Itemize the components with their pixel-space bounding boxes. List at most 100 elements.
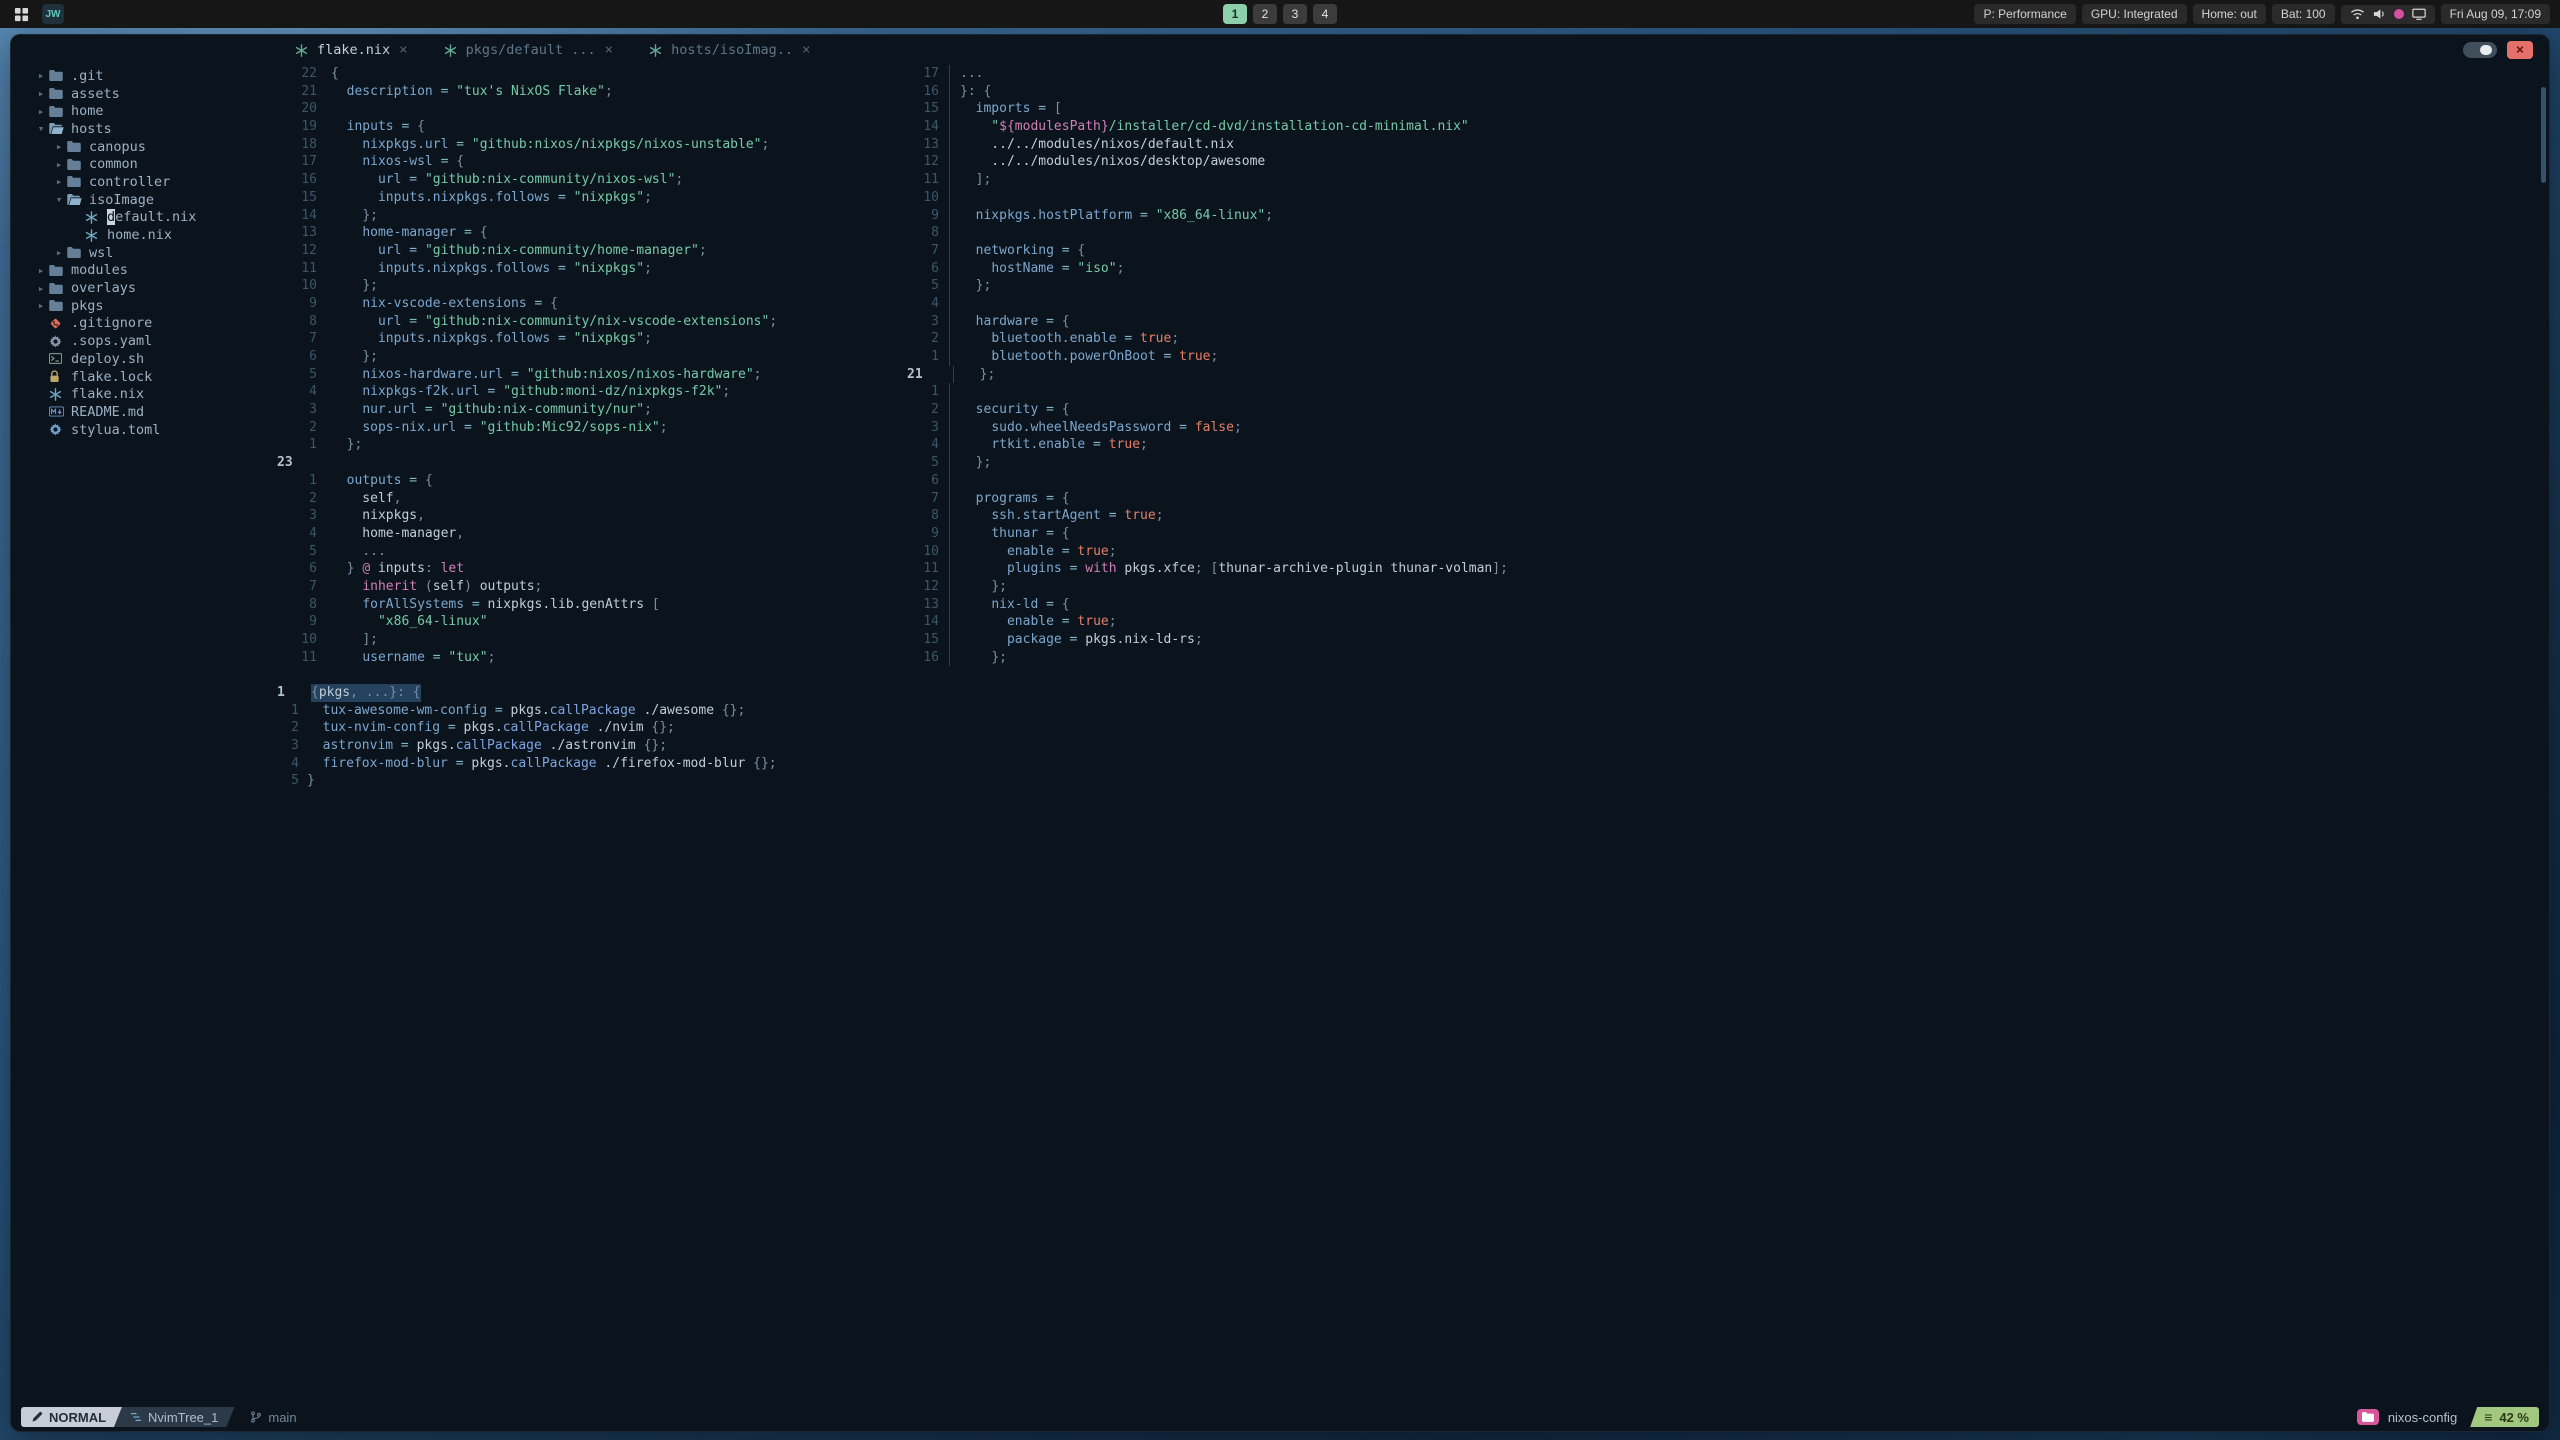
workspace-button-1[interactable]: 1 <box>1223 4 1247 24</box>
code-line[interactable]: 10 ]; <box>273 631 903 649</box>
code-line[interactable]: 1 <box>903 383 2549 402</box>
tree-item-default-nix[interactable]: default.nix <box>11 209 273 227</box>
code-line[interactable]: 16 }; <box>903 648 2549 667</box>
code-line[interactable]: 23 <box>273 454 903 472</box>
code-line[interactable]: 16 url = "github:nix-community/nixos-wsl… <box>273 171 903 189</box>
code-line[interactable]: 4 rtkit.enable = true; <box>903 436 2549 455</box>
code-line[interactable]: 9 "x86_64-linux" <box>273 613 903 631</box>
code-line[interactable]: 3 hardware = { <box>903 312 2549 331</box>
tree-item-pkgs[interactable]: ▸ pkgs <box>11 297 273 315</box>
volume-icon[interactable] <box>2373 8 2386 20</box>
tree-item-stylua-toml[interactable]: stylua.toml <box>11 421 273 439</box>
code-line[interactable]: 1 bluetooth.powerOnBoot = true; <box>903 348 2549 366</box>
code-line[interactable]: 4 nixpkgs-f2k.url = "github:moni-dz/nixp… <box>273 383 903 401</box>
code-line[interactable]: 15 imports = [ <box>903 100 2549 119</box>
chevron-right-icon[interactable]: ▸ <box>51 246 67 259</box>
chevron-right-icon[interactable]: ▸ <box>33 69 49 82</box>
chevron-down-icon[interactable]: ▾ <box>51 193 67 206</box>
code-line[interactable]: 9 thunar = { <box>903 524 2549 543</box>
code-line[interactable]: 9 nixpkgs.hostPlatform = "x86_64-linux"; <box>903 206 2549 225</box>
tree-item-git[interactable]: ▸ .git <box>11 67 273 85</box>
code-line[interactable]: 18 nixpkgs.url = "github:nixos/nixpkgs/n… <box>273 136 903 154</box>
scrollbar-thumb[interactable] <box>2541 87 2546 183</box>
tree-item-flake-lock[interactable]: flake.lock <box>11 368 273 386</box>
tab-hosts-isoImag[interactable]: hosts/isoImag.. × <box>649 42 810 58</box>
tree-item-canopus[interactable]: ▸ canopus <box>11 138 273 156</box>
tab-close-icon[interactable]: × <box>605 42 613 58</box>
code-line[interactable]: 1 outputs = { <box>273 472 903 490</box>
code-line[interactable]: 5 nixos-hardware.url = "github:nixos/nix… <box>273 366 903 384</box>
code-line[interactable]: 5 }; <box>903 454 2549 472</box>
chevron-right-icon[interactable]: ▸ <box>33 264 49 277</box>
chevron-right-icon[interactable]: ▸ <box>33 105 49 118</box>
code-line[interactable]: 6 }; <box>273 348 903 366</box>
code-line[interactable]: 1 tux-awesome-wm-config = pkgs.callPacka… <box>273 702 2549 720</box>
code-line[interactable]: 2 security = { <box>903 401 2549 419</box>
code-line[interactable]: 7 inherit (self) outputs; <box>273 578 903 596</box>
logo-icon[interactable]: JW <box>42 4 64 24</box>
code-line[interactable]: 3 nur.url = "github:nix-community/nur"; <box>273 401 903 419</box>
code-line[interactable]: 11 inputs.nixpkgs.follows = "nixpkgs"; <box>273 260 903 278</box>
tree-item-gitignore[interactable]: .gitignore <box>11 315 273 333</box>
code-line[interactable]: 14 }; <box>273 207 903 225</box>
tree-item-flake-nix[interactable]: flake.nix <box>11 385 273 403</box>
code-line[interactable]: 5} <box>273 772 2549 790</box>
code-line[interactable]: 5 }; <box>903 277 2549 295</box>
code-line[interactable]: 6 } @ inputs: let <box>273 560 903 578</box>
tree-item-README-md[interactable]: README.md <box>11 403 273 421</box>
minimize-toggle[interactable] <box>2463 42 2497 58</box>
code-line[interactable]: 11 ]; <box>903 171 2549 189</box>
code-line[interactable]: 14 enable = true; <box>903 613 2549 631</box>
chevron-right-icon[interactable]: ▸ <box>33 282 49 295</box>
code-line[interactable]: 15 inputs.nixpkgs.follows = "nixpkgs"; <box>273 189 903 207</box>
code-line[interactable]: 7 programs = { <box>903 489 2549 508</box>
code-line[interactable]: 13 ../../modules/nixos/default.nix <box>903 135 2549 154</box>
code-line[interactable]: 19 inputs = { <box>273 118 903 136</box>
tree-item-home-nix[interactable]: home.nix <box>11 226 273 244</box>
code-line[interactable]: 11 plugins = with pkgs.xfce; [thunar-arc… <box>903 560 2549 578</box>
tree-item-modules[interactable]: ▸ modules <box>11 262 273 280</box>
tree-item-isoImage[interactable]: ▾ isoImage <box>11 191 273 209</box>
code-line[interactable]: 2 self, <box>273 490 903 508</box>
code-line[interactable]: 3 astronvim = pkgs.callPackage ./astronv… <box>273 737 2549 755</box>
tree-item-assets[interactable]: ▸ assets <box>11 85 273 103</box>
code-line[interactable]: 13 home-manager = { <box>273 224 903 242</box>
code-line[interactable]: 7 inputs.nixpkgs.follows = "nixpkgs"; <box>273 330 903 348</box>
code-line[interactable]: 2 bluetooth.enable = true; <box>903 330 2549 348</box>
chevron-down-icon[interactable]: ▾ <box>33 122 49 135</box>
tree-item-home[interactable]: ▸ home <box>11 102 273 120</box>
chevron-right-icon[interactable]: ▸ <box>33 87 49 100</box>
chevron-right-icon[interactable]: ▸ <box>51 175 67 188</box>
code-line[interactable]: 2 tux-nvim-config = pkgs.callPackage ./n… <box>273 719 2549 737</box>
wifi-icon[interactable] <box>2350 8 2365 20</box>
tree-item-sops-yaml[interactable]: .sops.yaml <box>11 332 273 350</box>
code-line[interactable]: 13 nix-ld = { <box>903 595 2549 614</box>
code-line[interactable]: 7 networking = { <box>903 241 2549 260</box>
tab-close-icon[interactable]: × <box>802 42 810 58</box>
code-line[interactable]: 22 { <box>273 65 903 83</box>
tab-flake-nix[interactable]: flake.nix × <box>295 42 408 58</box>
tray-dot-icon[interactable] <box>2393 9 2404 19</box>
code-line[interactable]: 17 nixos-wsl = { <box>273 153 903 171</box>
tree-item-wsl[interactable]: ▸ wsl <box>11 244 273 262</box>
tree-item-common[interactable]: ▸ common <box>11 155 273 173</box>
code-line[interactable]: 3 sudo.wheelNeedsPassword = false; <box>903 418 2549 437</box>
workspace-button-4[interactable]: 4 <box>1313 4 1337 24</box>
code-line[interactable]: 8 ssh.startAgent = true; <box>903 507 2549 525</box>
code-line[interactable]: 1 {pkgs, ...}: { <box>273 684 2549 702</box>
code-line[interactable]: 6 hostName = "iso"; <box>903 259 2549 278</box>
code-line[interactable]: 8 url = "github:nix-community/nix-vscode… <box>273 313 903 331</box>
code-line[interactable]: 3 nixpkgs, <box>273 507 903 525</box>
code-line[interactable]: 10 <box>903 188 2549 207</box>
code-line[interactable]: 9 nix-vscode-extensions = { <box>273 295 903 313</box>
code-line[interactable]: 21 }; <box>903 365 2549 384</box>
code-line[interactable]: 10 enable = true; <box>903 542 2549 561</box>
code-line[interactable]: 17... <box>903 65 2549 83</box>
workspace-button-2[interactable]: 2 <box>1253 4 1277 24</box>
tree-item-overlays[interactable]: ▸ overlays <box>11 279 273 297</box>
code-line[interactable]: 2 sops-nix.url = "github:Mic92/sops-nix"… <box>273 419 903 437</box>
code-line[interactable]: 4 firefox-mod-blur = pkgs.callPackage ./… <box>273 755 2549 773</box>
code-line[interactable]: 5 ... <box>273 543 903 561</box>
code-line[interactable]: 12 url = "github:nix-community/home-mana… <box>273 242 903 260</box>
chevron-right-icon[interactable]: ▸ <box>51 158 67 171</box>
